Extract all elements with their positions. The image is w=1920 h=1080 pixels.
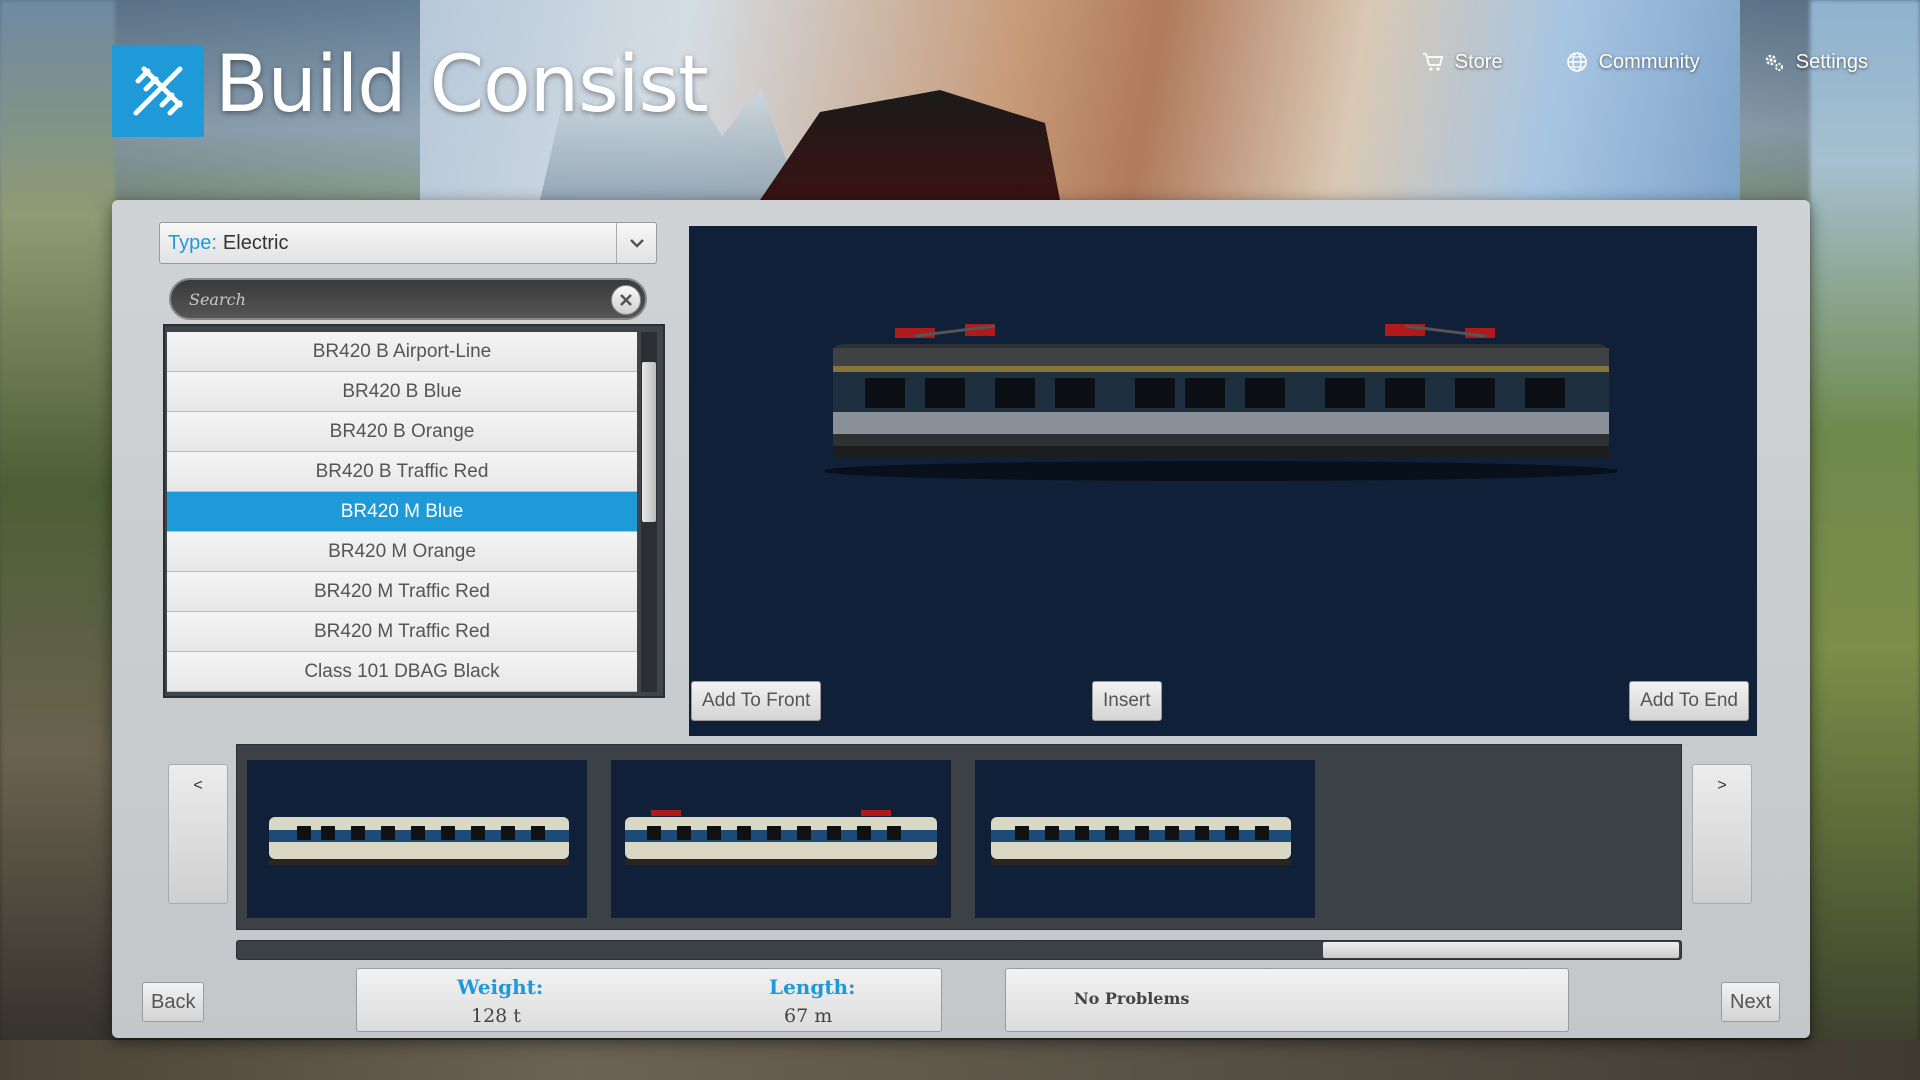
background-left (0, 0, 115, 1080)
gear-icon (1765, 54, 1783, 71)
back-button[interactable]: Back (142, 982, 205, 1022)
list-item[interactable]: BR420 B Airport-Line (167, 332, 637, 372)
vehicle-list-items: BR420 B Airport-Line BR420 B Blue BR420 … (167, 332, 637, 692)
train-car-thumbnail (269, 817, 569, 865)
consist-strip (236, 744, 1682, 930)
type-filter-dropdown-button[interactable] (616, 223, 656, 263)
search-input[interactable] (171, 280, 645, 318)
consist-vehicle-1[interactable] (247, 760, 587, 918)
search-box (169, 278, 647, 320)
background-bottom (0, 1040, 1920, 1080)
close-icon (620, 294, 632, 306)
background-right (1810, 0, 1920, 1080)
vehicle-preview: Add To Front Insert Add To End (689, 226, 1757, 736)
page-title: Build Consist (215, 40, 709, 130)
type-filter-select[interactable]: Type: Electric (159, 222, 657, 264)
list-item[interactable]: BR420 M Traffic Red (167, 572, 637, 612)
list-item[interactable]: BR420 M Orange (167, 532, 637, 572)
insert-button[interactable]: Insert (1092, 681, 1162, 721)
nav-settings[interactable]: Settings (1762, 50, 1868, 74)
consist-vehicle-3[interactable] (975, 760, 1315, 918)
consist-scrollbar[interactable] (236, 940, 1682, 960)
next-button[interactable]: Next (1721, 982, 1781, 1022)
list-scrollbar[interactable] (641, 332, 657, 692)
add-to-front-button[interactable]: Add To Front (691, 681, 822, 721)
consist-scrollbar-thumb[interactable] (1323, 942, 1679, 958)
consist-vehicle-2[interactable] (611, 760, 951, 918)
type-filter-key: Type: (168, 231, 217, 254)
consist-builder-panel: Type: Electric BR420 B Airport-Line BR42… (112, 200, 1810, 1038)
consist-next-button[interactable]: > (1692, 764, 1752, 904)
length-label: Length: (769, 975, 856, 999)
list-item[interactable]: Class 101 DBAG Black (167, 652, 637, 692)
cart-icon (1422, 53, 1443, 71)
length-value: 67 m (784, 1005, 833, 1027)
problems-status: No Problems (1005, 968, 1569, 1032)
nav-community-label: Community (1598, 50, 1700, 73)
vehicle-list: BR420 B Airport-Line BR420 B Blue BR420 … (163, 324, 665, 698)
consist-stats: Weight: 128 t Length: 67 m (356, 968, 942, 1032)
train-car-thumbnail (991, 817, 1291, 865)
list-scrollbar-thumb[interactable] (642, 362, 656, 522)
top-navigation: Store Community Settings (1421, 50, 1868, 74)
type-filter-value: Electric (222, 231, 289, 254)
list-item[interactable]: BR420 M Blue (167, 492, 637, 532)
train-preview-image (825, 324, 1617, 481)
chevron-down-icon (629, 239, 644, 248)
globe-icon (1566, 52, 1587, 72)
train-car-thumbnail (625, 810, 937, 865)
nav-store-label: Store (1454, 50, 1503, 73)
list-item[interactable]: BR420 M Traffic Red (167, 612, 637, 652)
weight-label: Weight: (457, 975, 544, 999)
list-item[interactable]: BR420 B Blue (167, 372, 637, 412)
nav-community[interactable]: Community (1565, 50, 1700, 74)
add-to-end-button[interactable]: Add To End (1629, 681, 1749, 721)
clear-search-button[interactable] (611, 285, 641, 315)
list-item[interactable]: BR420 B Traffic Red (167, 452, 637, 492)
weight-value: 128 t (471, 1005, 521, 1027)
list-item[interactable]: BR420 B Orange (167, 412, 637, 452)
consist-prev-button[interactable]: < (168, 764, 228, 904)
nav-store[interactable]: Store (1421, 50, 1503, 74)
nav-settings-label: Settings (1795, 50, 1868, 73)
app-logo-icon (112, 45, 204, 137)
